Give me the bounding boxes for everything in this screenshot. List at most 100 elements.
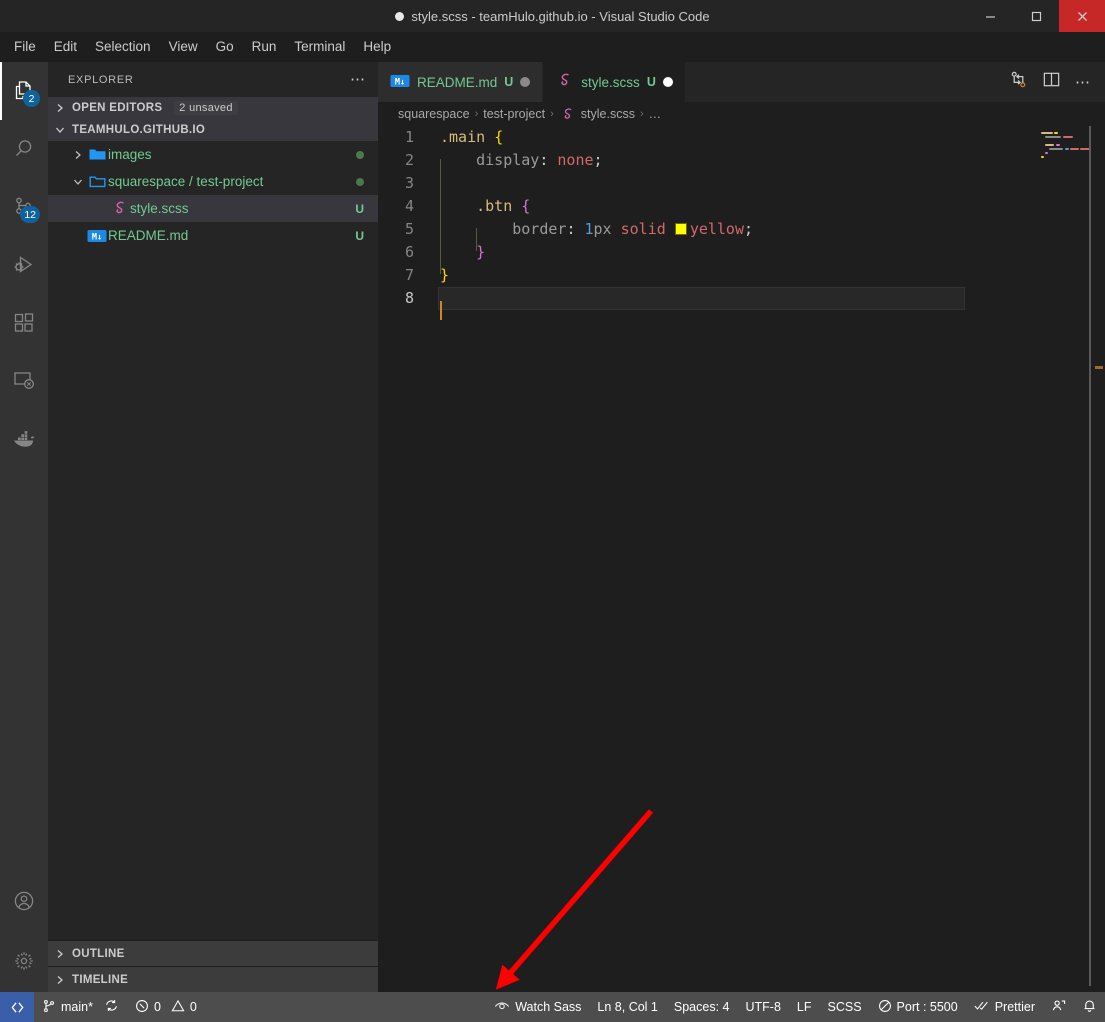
- tab-git-badge: U: [646, 75, 656, 89]
- activity-item-search[interactable]: [0, 120, 48, 178]
- minimap-slider: [1089, 126, 1091, 986]
- tab-dirty-icon[interactable]: [662, 77, 673, 87]
- open-editors-unsaved-badge: 2 unsaved: [174, 101, 238, 115]
- chevron-down-icon: [70, 176, 86, 188]
- breadcrumb-item-squarespace[interactable]: squarespace: [398, 107, 470, 121]
- status-branch-label: main*: [61, 1000, 93, 1014]
- tree-item-images[interactable]: images: [48, 141, 378, 168]
- breadcrumb-item-style-scss[interactable]: style.scss: [581, 107, 635, 121]
- status-cursor-position[interactable]: Ln 8, Col 1: [589, 992, 665, 1022]
- activity-item-extensions[interactable]: [0, 294, 48, 352]
- menu-go[interactable]: Go: [208, 36, 242, 58]
- activity-item-accounts[interactable]: [0, 872, 48, 930]
- editor-actions: ⋯: [995, 62, 1105, 102]
- menu-terminal[interactable]: Terminal: [286, 36, 353, 58]
- sync-icon[interactable]: [104, 998, 119, 1016]
- breadcrumb-separator: ›: [474, 108, 479, 120]
- section-outline[interactable]: OUTLINE: [48, 940, 378, 966]
- sidebar-explorer: EXPLORER ⋯ OPEN EDITORS 2 unsaved TEAMHU…: [48, 62, 378, 992]
- title-bar: style.scss - teamHulo.github.io - Visual…: [0, 0, 1105, 32]
- status-branch[interactable]: main*: [34, 992, 127, 1022]
- tabs-spacer: [685, 62, 995, 102]
- status-encoding[interactable]: UTF-8: [737, 992, 788, 1022]
- activity-item-remote-explorer[interactable]: [0, 352, 48, 410]
- section-timeline[interactable]: TIMELINE: [48, 966, 378, 992]
- line-number: 3: [404, 174, 414, 192]
- tab-readme-md[interactable]: M↓ README.md U: [378, 62, 544, 102]
- activity-item-source-control[interactable]: 12: [0, 178, 48, 236]
- status-live-server-port[interactable]: Port : 5500: [870, 992, 966, 1022]
- line-content: .btn {: [440, 197, 531, 228]
- status-eol[interactable]: LF: [789, 992, 820, 1022]
- breadcrumb-item-test-project[interactable]: test-project: [483, 107, 545, 121]
- more-actions-icon[interactable]: ⋯: [1075, 73, 1091, 91]
- section-open-editors[interactable]: OPEN EDITORS 2 unsaved: [48, 97, 378, 119]
- vscode-window: style.scss - teamHulo.github.io - Visual…: [0, 0, 1105, 1022]
- code-line-8: 8: [378, 287, 1035, 320]
- sidebar-bottom-sections: OUTLINE TIMELINE: [48, 940, 378, 992]
- minimap[interactable]: [1035, 126, 1105, 992]
- breadcrumb-separator: ›: [550, 108, 554, 120]
- status-language-mode[interactable]: SCSS: [820, 992, 870, 1022]
- status-watch-sass[interactable]: Watch Sass: [486, 992, 589, 1022]
- line-content: border: 1px solid yellow;: [440, 220, 754, 251]
- sass-icon: [108, 199, 130, 218]
- menu-edit[interactable]: Edit: [46, 36, 85, 58]
- status-remote-window[interactable]: [0, 992, 34, 1022]
- menu-run[interactable]: Run: [244, 36, 285, 58]
- root-folder-label: TEAMHULO.GITHUB.IO: [72, 124, 206, 136]
- status-problems[interactable]: 0 0: [127, 992, 205, 1022]
- tree-item-readme-md[interactable]: M↓ README.md U: [48, 222, 378, 249]
- code-line-1: 1 .main {: [378, 126, 1035, 149]
- status-prettier[interactable]: Prettier: [966, 992, 1043, 1022]
- compare-changes-icon[interactable]: [1009, 70, 1028, 94]
- line-number: 4: [404, 197, 414, 215]
- activity-item-settings[interactable]: [0, 930, 48, 992]
- tab-dirty-icon[interactable]: [520, 77, 531, 87]
- close-button[interactable]: [1059, 0, 1105, 32]
- source-control-icon: [42, 999, 56, 1016]
- code-line-7: 7 }: [378, 264, 1035, 287]
- tree-item-squarespace-test-project[interactable]: squarespace / test-project: [48, 168, 378, 195]
- workbench-body: 2 12 EXPLORER ⋯ OPEN EDITORS 2 unsaved T…: [0, 62, 1105, 992]
- sidebar-title: EXPLORER: [68, 73, 134, 86]
- open-editors-label: OPEN EDITORS: [72, 102, 163, 114]
- status-notifications[interactable]: [1074, 992, 1105, 1022]
- editor-tabs: M↓ README.md U style.scss U: [378, 62, 686, 102]
- sass-icon: [559, 106, 576, 123]
- menu-view[interactable]: View: [161, 36, 206, 58]
- split-editor-icon[interactable]: [1042, 70, 1061, 94]
- activity-item-explorer[interactable]: 2: [0, 62, 48, 120]
- tree-item-label: squarespace / test-project: [108, 174, 264, 189]
- tab-style-scss[interactable]: style.scss U: [543, 62, 686, 102]
- chevron-right-icon: [52, 102, 68, 114]
- breadcrumb-item-more[interactable]: …: [649, 107, 662, 121]
- menu-file[interactable]: File: [6, 36, 44, 58]
- active-line-highlight: [438, 287, 965, 310]
- editor-area: M↓ README.md U style.scss U ⋯ squarespac…: [378, 62, 1105, 992]
- explorer-badge: 2: [23, 90, 40, 107]
- activity-item-run-and-debug[interactable]: [0, 236, 48, 294]
- menu-bar: File Edit Selection View Go Run Terminal…: [0, 32, 1105, 62]
- maximize-button[interactable]: [1013, 0, 1059, 32]
- code-editor[interactable]: 1 .main { 2 display: none; 3 4 .btn {5 …: [378, 126, 1105, 992]
- code-lines: 1 .main { 2 display: none; 3 4 .btn {5 …: [378, 126, 1035, 992]
- status-watch-sass-label: Watch Sass: [515, 1000, 582, 1014]
- tree-item-label: style.scss: [130, 201, 189, 216]
- section-root-folder[interactable]: TEAMHULO.GITHUB.IO: [48, 119, 378, 141]
- status-indentation[interactable]: Spaces: 4: [666, 992, 738, 1022]
- tab-label: README.md: [417, 74, 498, 90]
- sidebar-more-actions-icon[interactable]: ⋯: [350, 72, 366, 87]
- minimap-decoration: [1095, 366, 1103, 369]
- git-status-dot: [356, 150, 364, 159]
- color-swatch-yellow[interactable]: [674, 223, 687, 235]
- menu-help[interactable]: Help: [355, 36, 399, 58]
- menu-selection[interactable]: Selection: [87, 36, 159, 58]
- chevron-down-icon: [52, 124, 68, 136]
- status-error-count: 0: [153, 1000, 161, 1014]
- git-status-dot: [356, 177, 364, 186]
- status-live-share[interactable]: [1043, 992, 1074, 1022]
- tree-item-style-scss[interactable]: style.scss U: [48, 195, 378, 222]
- activity-item-docker[interactable]: [0, 410, 48, 468]
- minimize-button[interactable]: [967, 0, 1013, 32]
